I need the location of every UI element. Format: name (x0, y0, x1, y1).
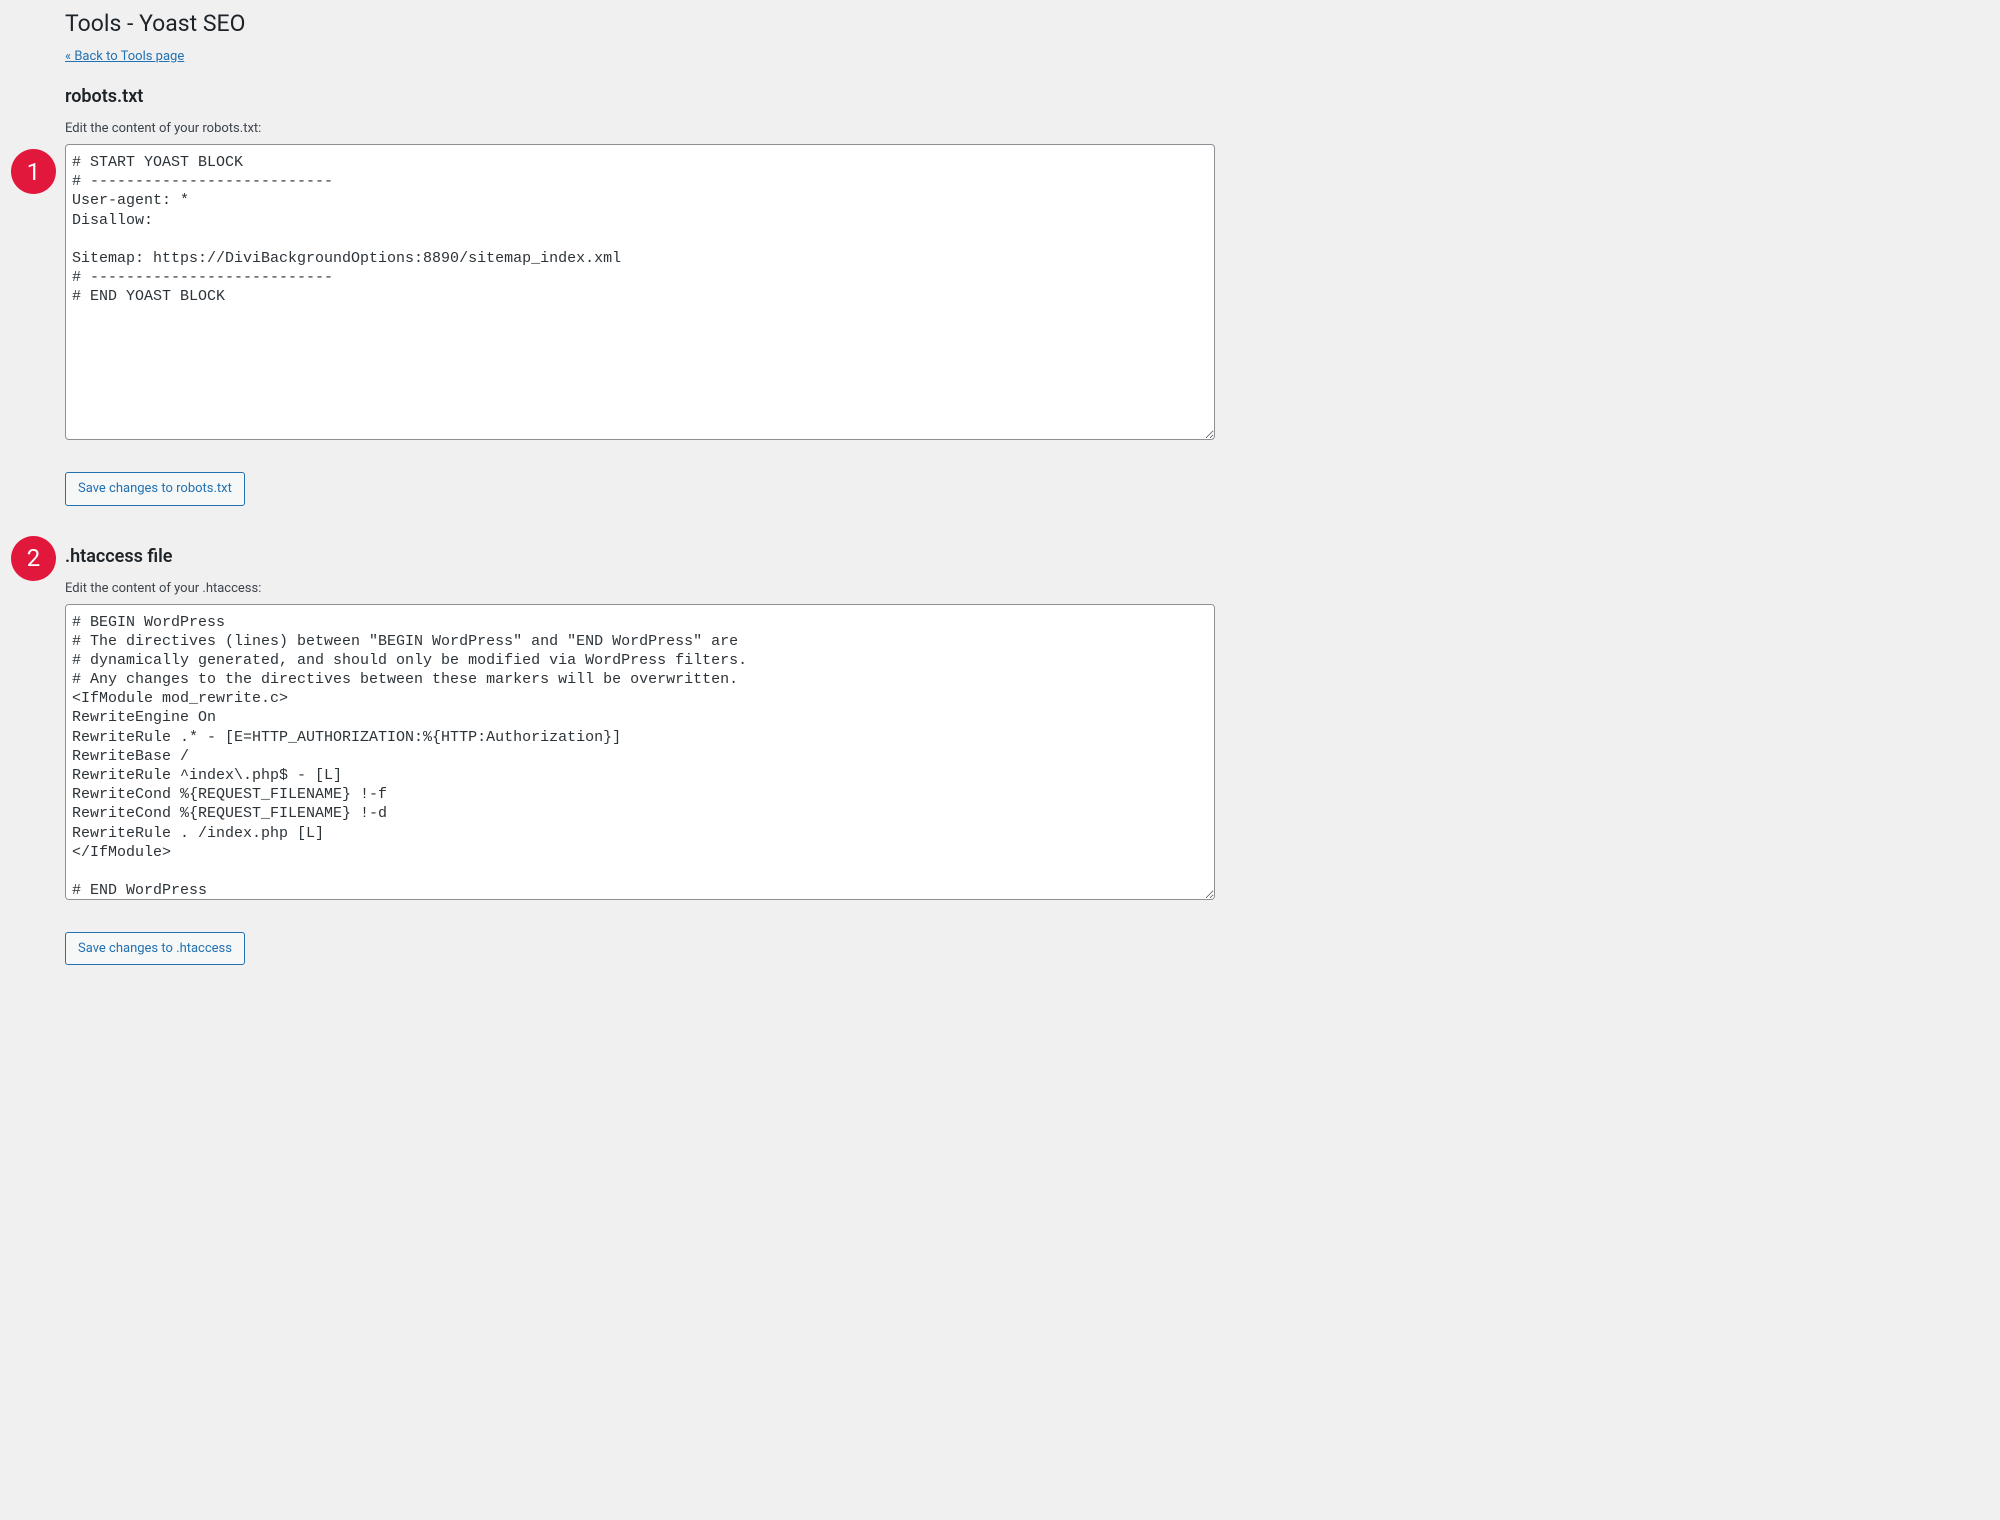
robots-textarea[interactable] (65, 144, 1215, 440)
annotation-badge-2: 2 (11, 536, 56, 581)
page-title: Tools - Yoast SEO (65, 10, 1215, 37)
htaccess-heading: .htaccess file (65, 546, 1215, 567)
annotation-badge-1: 1 (11, 149, 56, 194)
robots-description: Edit the content of your robots.txt: (65, 121, 1215, 136)
robots-section: 1 robots.txt Edit the content of your ro… (65, 86, 1215, 506)
htaccess-textarea[interactable] (65, 604, 1215, 900)
htaccess-description: Edit the content of your .htaccess: (65, 581, 1215, 596)
robots-heading: robots.txt (65, 86, 1215, 107)
save-robots-button[interactable]: Save changes to robots.txt (65, 472, 245, 506)
back-to-tools-link[interactable]: « Back to Tools page (65, 49, 184, 64)
save-htaccess-button[interactable]: Save changes to .htaccess (65, 932, 245, 966)
htaccess-section: 2 .htaccess file Edit the content of you… (65, 546, 1215, 966)
